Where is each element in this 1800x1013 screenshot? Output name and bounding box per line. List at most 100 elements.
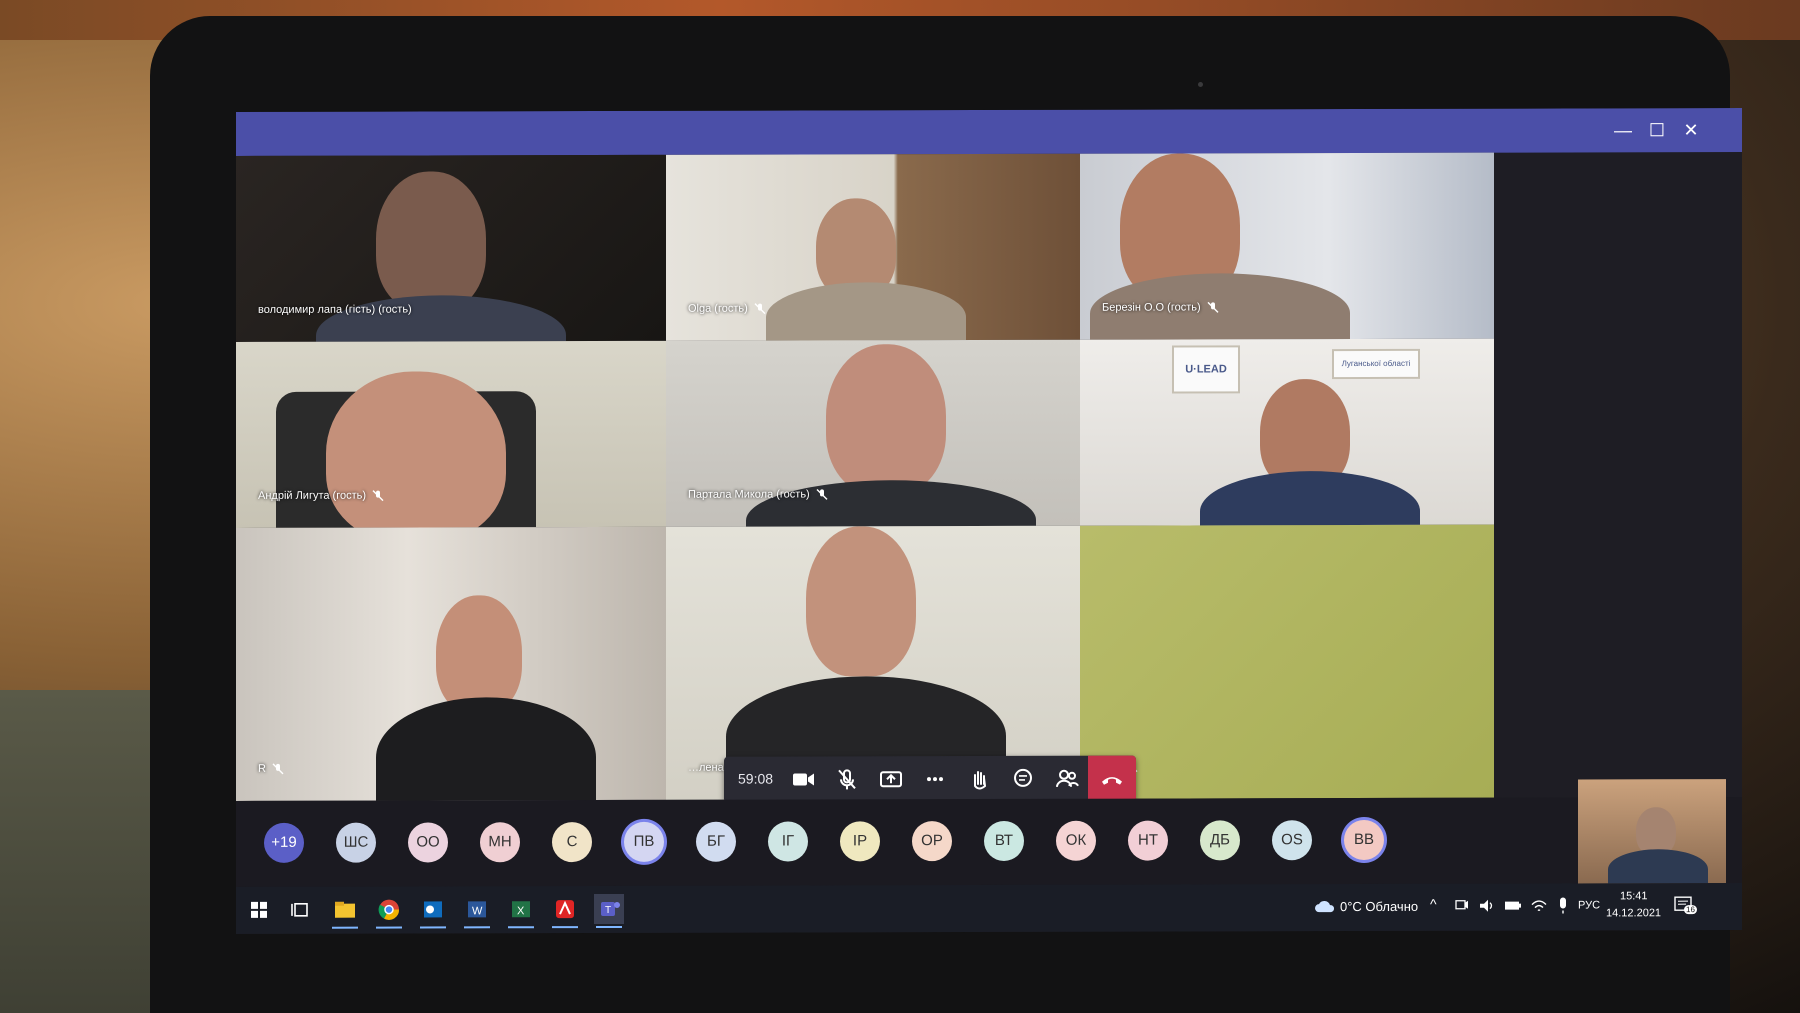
video-tile[interactable]: володимир лапа (гість) (гость) <box>236 154 666 342</box>
participant-avatar[interactable]: ІГ <box>768 821 808 862</box>
taskbar-outlook[interactable] <box>418 894 448 929</box>
share-button[interactable] <box>876 764 906 794</box>
self-face <box>1636 807 1676 856</box>
self-view[interactable] <box>1578 779 1726 884</box>
participant-avatar[interactable]: НТ <box>1128 820 1168 861</box>
raise-hand-button[interactable] <box>964 764 994 794</box>
participant-avatar[interactable]: МН <box>480 822 520 863</box>
video-tile[interactable]: Андрій Лигута (гость) <box>236 340 666 528</box>
outlook-icon <box>424 901 442 918</box>
taskbar-excel[interactable]: X <box>506 894 536 929</box>
microphone-icon[interactable] <box>1556 895 1570 915</box>
notification-count: 16 <box>1684 905 1697 915</box>
notifications-button[interactable]: 16 <box>1672 893 1697 917</box>
hang-up-button[interactable] <box>1088 755 1136 802</box>
cloud-icon <box>1315 900 1334 913</box>
task-view-button[interactable] <box>286 895 316 925</box>
mute-button[interactable] <box>832 764 862 794</box>
teams-icon: T <box>601 901 620 917</box>
clock-date[interactable]: 14.12.2021 <box>1606 907 1661 919</box>
hand-icon <box>974 771 987 790</box>
participants-strip: +19 ШС ОО МН С ПВ БГ ІГ ІР ОР ВТ ОК НТ ДБ OS ВВ <box>236 779 1742 887</box>
weather-text[interactable]: 0°C Облачно <box>1340 899 1418 914</box>
wifi-icon[interactable] <box>1530 897 1548 915</box>
participant-avatar[interactable]: ІР <box>840 821 880 862</box>
chat-button[interactable] <box>1008 764 1038 794</box>
participants-button[interactable] <box>1052 764 1082 794</box>
phone-hangup-icon <box>1102 777 1122 785</box>
taskbar-acrobat[interactable] <box>550 894 580 929</box>
video-tile[interactable] <box>1080 524 1494 799</box>
chevron-up-icon[interactable]: ^ <box>1430 896 1437 912</box>
taskbar-word[interactable]: W <box>462 894 492 929</box>
more-options-button[interactable] <box>920 764 950 794</box>
folder-icon <box>335 901 355 918</box>
video-tile[interactable]: Партала Микола (гость) <box>666 339 1080 527</box>
chat-icon <box>1014 768 1032 787</box>
word-icon: W <box>468 901 486 918</box>
participant-face <box>436 595 522 714</box>
meet-now-icon[interactable] <box>1454 897 1470 915</box>
participant-body <box>766 282 966 341</box>
self-body <box>1608 849 1708 884</box>
participant-face <box>806 526 916 677</box>
mic-off-icon <box>372 490 384 502</box>
active-indicator <box>596 925 622 929</box>
language-indicator[interactable]: РУС <box>1578 899 1600 911</box>
participant-avatar[interactable]: ОР <box>912 821 952 862</box>
windows-logo-icon <box>251 901 267 918</box>
teams-window: — ☐ ✕ володимир лапа (гість) (гость) Olg… <box>236 108 1742 934</box>
participant-name: Андрій Лигута (гость) <box>258 489 384 502</box>
start-button[interactable] <box>244 895 274 925</box>
participant-body <box>316 295 566 342</box>
taskbar-file-explorer[interactable] <box>330 895 360 929</box>
mic-off-icon <box>754 303 766 315</box>
participant-face <box>826 344 946 495</box>
people-icon <box>1056 769 1079 787</box>
close-button[interactable]: ✕ <box>1676 116 1706 144</box>
participant-avatar[interactable]: ВВ <box>1344 819 1384 861</box>
maximize-button[interactable]: ☐ <box>1642 116 1672 144</box>
svg-text:T: T <box>605 905 611 916</box>
mic-off-icon <box>838 769 856 790</box>
battery-icon[interactable] <box>1504 898 1522 914</box>
participant-name: R <box>258 763 284 775</box>
mic-off-icon <box>1207 301 1219 313</box>
participant-avatar[interactable]: С <box>552 822 592 863</box>
active-indicator <box>552 926 578 929</box>
participant-avatar[interactable]: ПВ <box>624 821 664 862</box>
video-tile[interactable]: Olga (гость) <box>666 153 1080 341</box>
participant-avatar[interactable]: ШС <box>336 822 376 863</box>
pdf-icon <box>556 900 574 919</box>
participant-body <box>1200 470 1420 526</box>
meeting-controls: 59:08 <box>724 755 1136 803</box>
video-tile[interactable]: Березін О.О (гость) <box>1080 152 1494 340</box>
mic-off-icon <box>816 488 828 500</box>
active-indicator <box>420 926 446 929</box>
mic-off-icon <box>272 763 284 775</box>
clock-time[interactable]: 15:41 <box>1620 890 1648 902</box>
minimize-button[interactable]: — <box>1608 116 1638 144</box>
camera-button[interactable] <box>788 764 818 794</box>
volume-icon[interactable] <box>1478 897 1496 915</box>
participant-name: Березін О.О (гость) <box>1102 301 1219 314</box>
active-indicator <box>508 926 534 929</box>
video-tile[interactable]: R <box>236 526 666 801</box>
overflow-participants-button[interactable]: +19 <box>264 822 304 863</box>
video-tile[interactable]: U·LEAD Луганської області <box>1080 338 1494 526</box>
share-screen-icon <box>880 771 902 788</box>
active-indicator <box>464 926 490 929</box>
participant-avatar[interactable]: ОК <box>1056 820 1096 861</box>
taskbar-chrome[interactable] <box>374 895 404 929</box>
windows-taskbar: W X T 0°C Облачно ^ РУС 15:41 14.12.2021… <box>236 883 1742 934</box>
camera-icon <box>793 773 814 786</box>
participant-avatar[interactable]: ВТ <box>984 820 1024 862</box>
participant-avatar[interactable]: ДБ <box>1200 820 1240 861</box>
taskbar-teams[interactable]: T <box>594 893 624 929</box>
excel-icon: X <box>512 901 530 918</box>
participant-avatar[interactable]: OS <box>1272 820 1312 861</box>
participant-avatar[interactable]: ОО <box>408 822 448 863</box>
participant-name: володимир лапа (гість) (гость) <box>258 303 412 316</box>
wall-sign-region: Луганської області <box>1332 348 1420 380</box>
participant-avatar[interactable]: БГ <box>696 821 736 862</box>
